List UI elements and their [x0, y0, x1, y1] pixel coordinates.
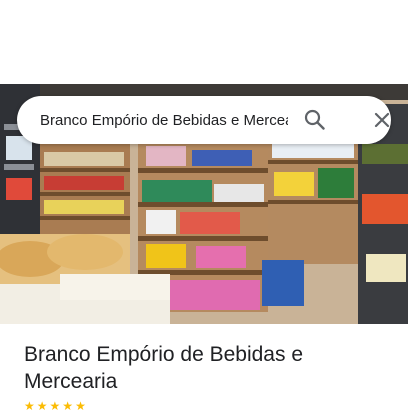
search-icon	[304, 109, 325, 130]
place-title: Branco Empório de Bebidas e Mercearia	[24, 343, 303, 393]
star-icon: ★	[24, 399, 35, 413]
rating-stars[interactable]: ★ ★ ★ ★ ★	[24, 400, 86, 414]
close-icon	[374, 112, 390, 128]
star-icon: ★	[49, 399, 61, 413]
star-icon: ★	[36, 399, 48, 413]
close-button[interactable]	[367, 105, 397, 135]
star-icon: ★	[62, 399, 74, 413]
search-bar	[17, 96, 391, 144]
star-icon: ★	[75, 399, 86, 413]
search-input[interactable]	[40, 109, 288, 131]
search-button[interactable]	[300, 105, 330, 135]
top-blank-area	[0, 0, 408, 84]
